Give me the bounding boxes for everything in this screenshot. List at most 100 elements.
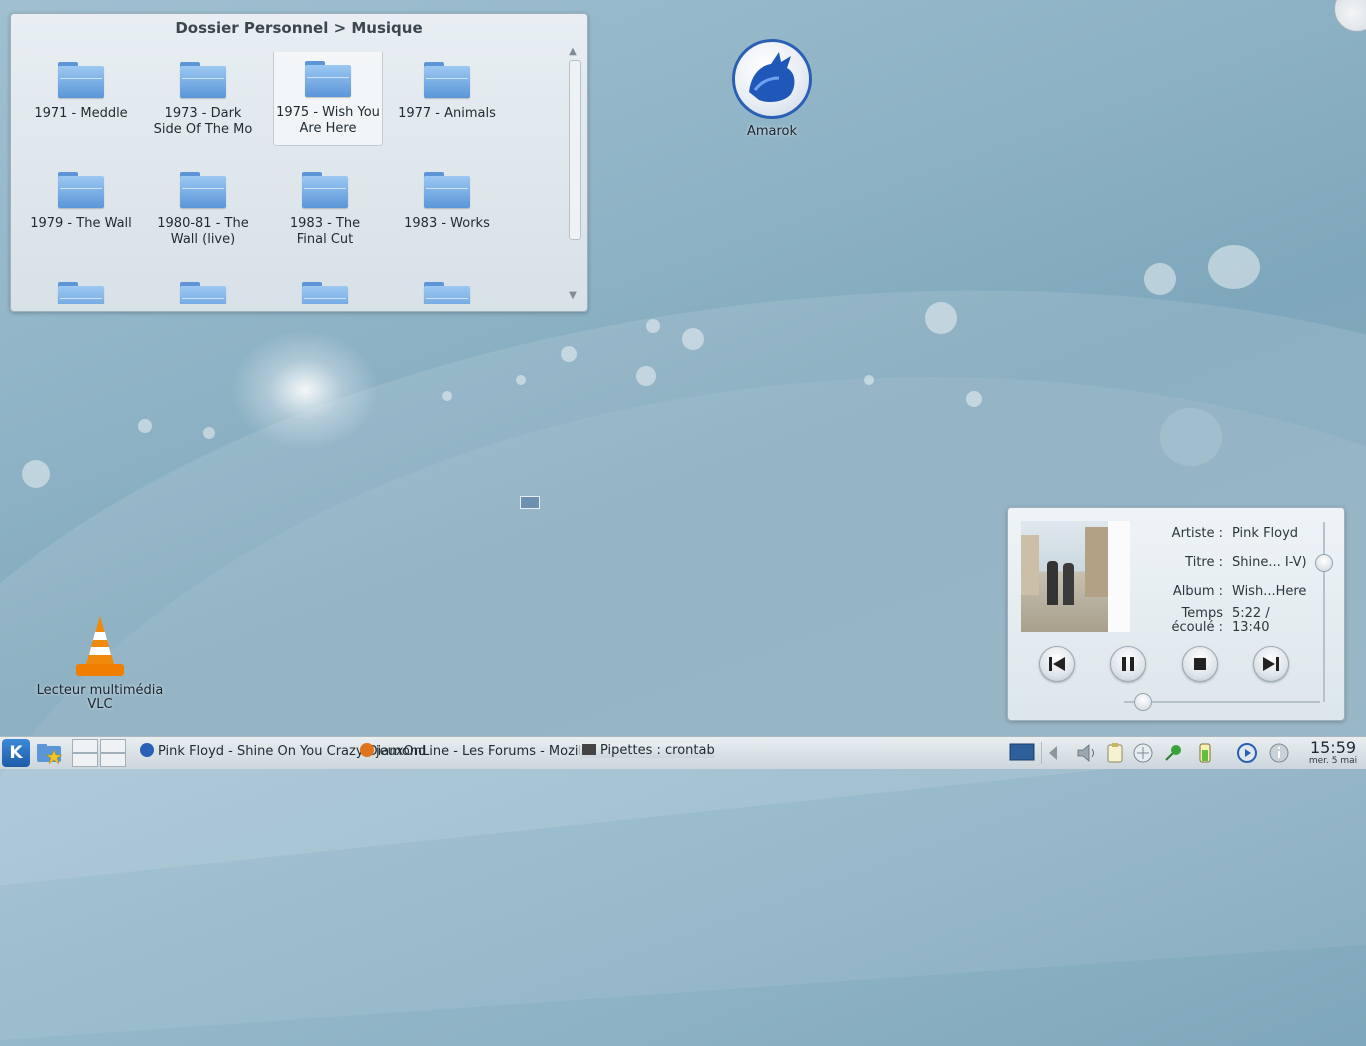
pin-icon bbox=[1165, 745, 1181, 761]
wallpaper-bubble bbox=[864, 375, 874, 385]
album-key: Album : bbox=[1172, 584, 1223, 599]
folder-item-wish-you-are-here[interactable]: 1975 - Wish You Are Here bbox=[273, 52, 383, 146]
seek-slider-knob[interactable] bbox=[1133, 693, 1152, 711]
folder-item-meddle[interactable]: 1971 - Meddle bbox=[27, 52, 135, 146]
update-tray-button[interactable] bbox=[1162, 742, 1184, 764]
artist-key: Artiste : bbox=[1171, 526, 1223, 541]
task-label: Pipettes : crontab bbox=[600, 743, 715, 758]
folder-icon bbox=[302, 282, 348, 304]
wallpaper-bubble bbox=[22, 460, 50, 488]
clipboard-tray-button[interactable] bbox=[1104, 742, 1126, 764]
wallpaper-bubble bbox=[1160, 408, 1222, 466]
volume-slider-knob[interactable] bbox=[1315, 554, 1333, 572]
folder-item-the-wall-live[interactable]: 1980-81 - The Wall (live) bbox=[149, 162, 257, 256]
stop-icon bbox=[1194, 658, 1206, 670]
desktop-icon-vlc[interactable]: Lecteur multimédia VLC bbox=[36, 614, 164, 712]
chevron-left-icon bbox=[1049, 746, 1057, 760]
folder-item-partial[interactable] bbox=[27, 272, 135, 304]
folder-view-scrollbar[interactable]: ▲ ▼ bbox=[567, 46, 581, 302]
folder-item-partial[interactable] bbox=[271, 272, 379, 304]
digital-clock[interactable]: 15:59 mer. 5 mai bbox=[1304, 738, 1362, 766]
folder-item-the-wall[interactable]: 1979 - The Wall bbox=[27, 162, 135, 256]
battery-icon bbox=[1199, 743, 1211, 763]
next-icon bbox=[1263, 657, 1279, 671]
pause-button[interactable] bbox=[1110, 646, 1146, 682]
task-terminal[interactable]: Pipettes : crontab bbox=[580, 743, 715, 758]
folder-item-final-cut[interactable]: 1983 - The Final Cut bbox=[271, 162, 379, 256]
folder-item-partial[interactable] bbox=[393, 272, 501, 304]
tray-collapse-button[interactable] bbox=[1046, 742, 1060, 764]
wallpaper-bubble bbox=[646, 319, 660, 333]
folder-icon bbox=[305, 61, 351, 97]
wallpaper-bubble bbox=[682, 328, 704, 350]
desktop-icon-label: Lecteur multimédia VLC bbox=[36, 683, 164, 712]
folder-item-partial[interactable] bbox=[149, 272, 257, 304]
desktop-icon-amarok[interactable]: Amarok bbox=[722, 39, 822, 139]
folder-star-icon bbox=[37, 744, 63, 765]
pause-icon bbox=[1122, 657, 1134, 671]
folder-icon bbox=[180, 62, 226, 98]
folder-star-launcher[interactable] bbox=[36, 740, 63, 766]
clock-date: mer. 5 mai bbox=[1308, 756, 1358, 766]
monitor-icon bbox=[1009, 743, 1035, 761]
notifications-tray-button[interactable] bbox=[1268, 742, 1290, 764]
show-desktop-button[interactable] bbox=[1009, 742, 1035, 764]
folder-item-animals[interactable]: 1977 - Animals bbox=[393, 52, 501, 146]
time-key-1: Temps bbox=[1181, 606, 1223, 621]
scroll-track[interactable] bbox=[569, 60, 581, 286]
previous-icon bbox=[1049, 657, 1065, 671]
battery-tray-button[interactable] bbox=[1194, 742, 1216, 764]
kde-menu-button[interactable]: K bbox=[2, 739, 30, 767]
wallpaper-bubble bbox=[636, 366, 656, 386]
folder-view-title: Dossier Personnel > Musique bbox=[175, 19, 423, 37]
folder-label: 1977 - Animals bbox=[398, 106, 496, 121]
taskbar: K Pink Floyd - Shine On You Crazy Diamon… bbox=[0, 736, 1366, 769]
volume-tray-button[interactable] bbox=[1076, 742, 1098, 764]
desktop-icon-label: Amarok bbox=[746, 124, 798, 139]
folder-label: 1983 - The Final Cut bbox=[289, 216, 361, 247]
folder-icon bbox=[180, 282, 226, 304]
pager-desktop-4[interactable] bbox=[100, 753, 126, 767]
pager-desktop-2[interactable] bbox=[100, 739, 126, 753]
folder-icon bbox=[58, 172, 104, 208]
folder-label: 1975 - Wish You Are Here bbox=[276, 105, 380, 136]
seek-slider[interactable] bbox=[1124, 693, 1320, 711]
next-button[interactable] bbox=[1253, 646, 1289, 682]
scroll-down-icon[interactable]: ▼ bbox=[567, 290, 579, 302]
time-key-2: écoulé : bbox=[1171, 620, 1223, 635]
speaker-icon bbox=[1077, 744, 1094, 762]
folder-view-widget: Dossier Personnel > Musique 1971 - Meddl… bbox=[10, 13, 588, 312]
time-value-2: 13:40 bbox=[1232, 620, 1270, 635]
clock-time: 15:59 bbox=[1309, 738, 1357, 757]
desktop-pager[interactable] bbox=[72, 739, 126, 767]
desktop-toolbox-button[interactable] bbox=[1334, 0, 1366, 32]
folder-icon bbox=[424, 282, 470, 304]
desktop-small-icon[interactable] bbox=[520, 496, 540, 509]
stop-button[interactable] bbox=[1182, 646, 1218, 682]
volume-slider[interactable] bbox=[1315, 522, 1333, 702]
wallpaper-bubble bbox=[925, 302, 957, 334]
previous-button[interactable] bbox=[1039, 646, 1075, 682]
folder-label: 1979 - The Wall bbox=[30, 216, 132, 231]
vlc-icon bbox=[70, 614, 130, 680]
pager-desktop-1[interactable] bbox=[72, 739, 98, 753]
terminal-small-icon bbox=[582, 744, 596, 755]
amarok-tray-button[interactable] bbox=[1236, 742, 1258, 764]
folder-label: 1971 - Meddle bbox=[34, 106, 128, 121]
folder-icon bbox=[424, 62, 470, 98]
media-player-icon bbox=[1237, 743, 1257, 763]
wallpaper-bubble bbox=[561, 346, 577, 362]
title-value: Shine... I-V) bbox=[1232, 555, 1307, 570]
folder-icon bbox=[180, 172, 226, 208]
wallpaper-bubble bbox=[138, 419, 152, 433]
scroll-up-icon[interactable]: ▲ bbox=[567, 46, 579, 58]
scroll-thumb[interactable] bbox=[569, 60, 581, 240]
wallpaper-bubble bbox=[1144, 263, 1176, 295]
network-tray-button[interactable] bbox=[1132, 742, 1154, 764]
artist-value: Pink Floyd bbox=[1232, 526, 1299, 541]
pager-desktop-3[interactable] bbox=[72, 753, 98, 767]
folder-item-works[interactable]: 1983 - Works bbox=[393, 162, 501, 256]
wallpaper-glow bbox=[230, 330, 380, 450]
folder-item-dark-side[interactable]: 1973 - Dark Side Of The Mo bbox=[149, 52, 257, 146]
title-key: Titre : bbox=[1185, 555, 1223, 570]
